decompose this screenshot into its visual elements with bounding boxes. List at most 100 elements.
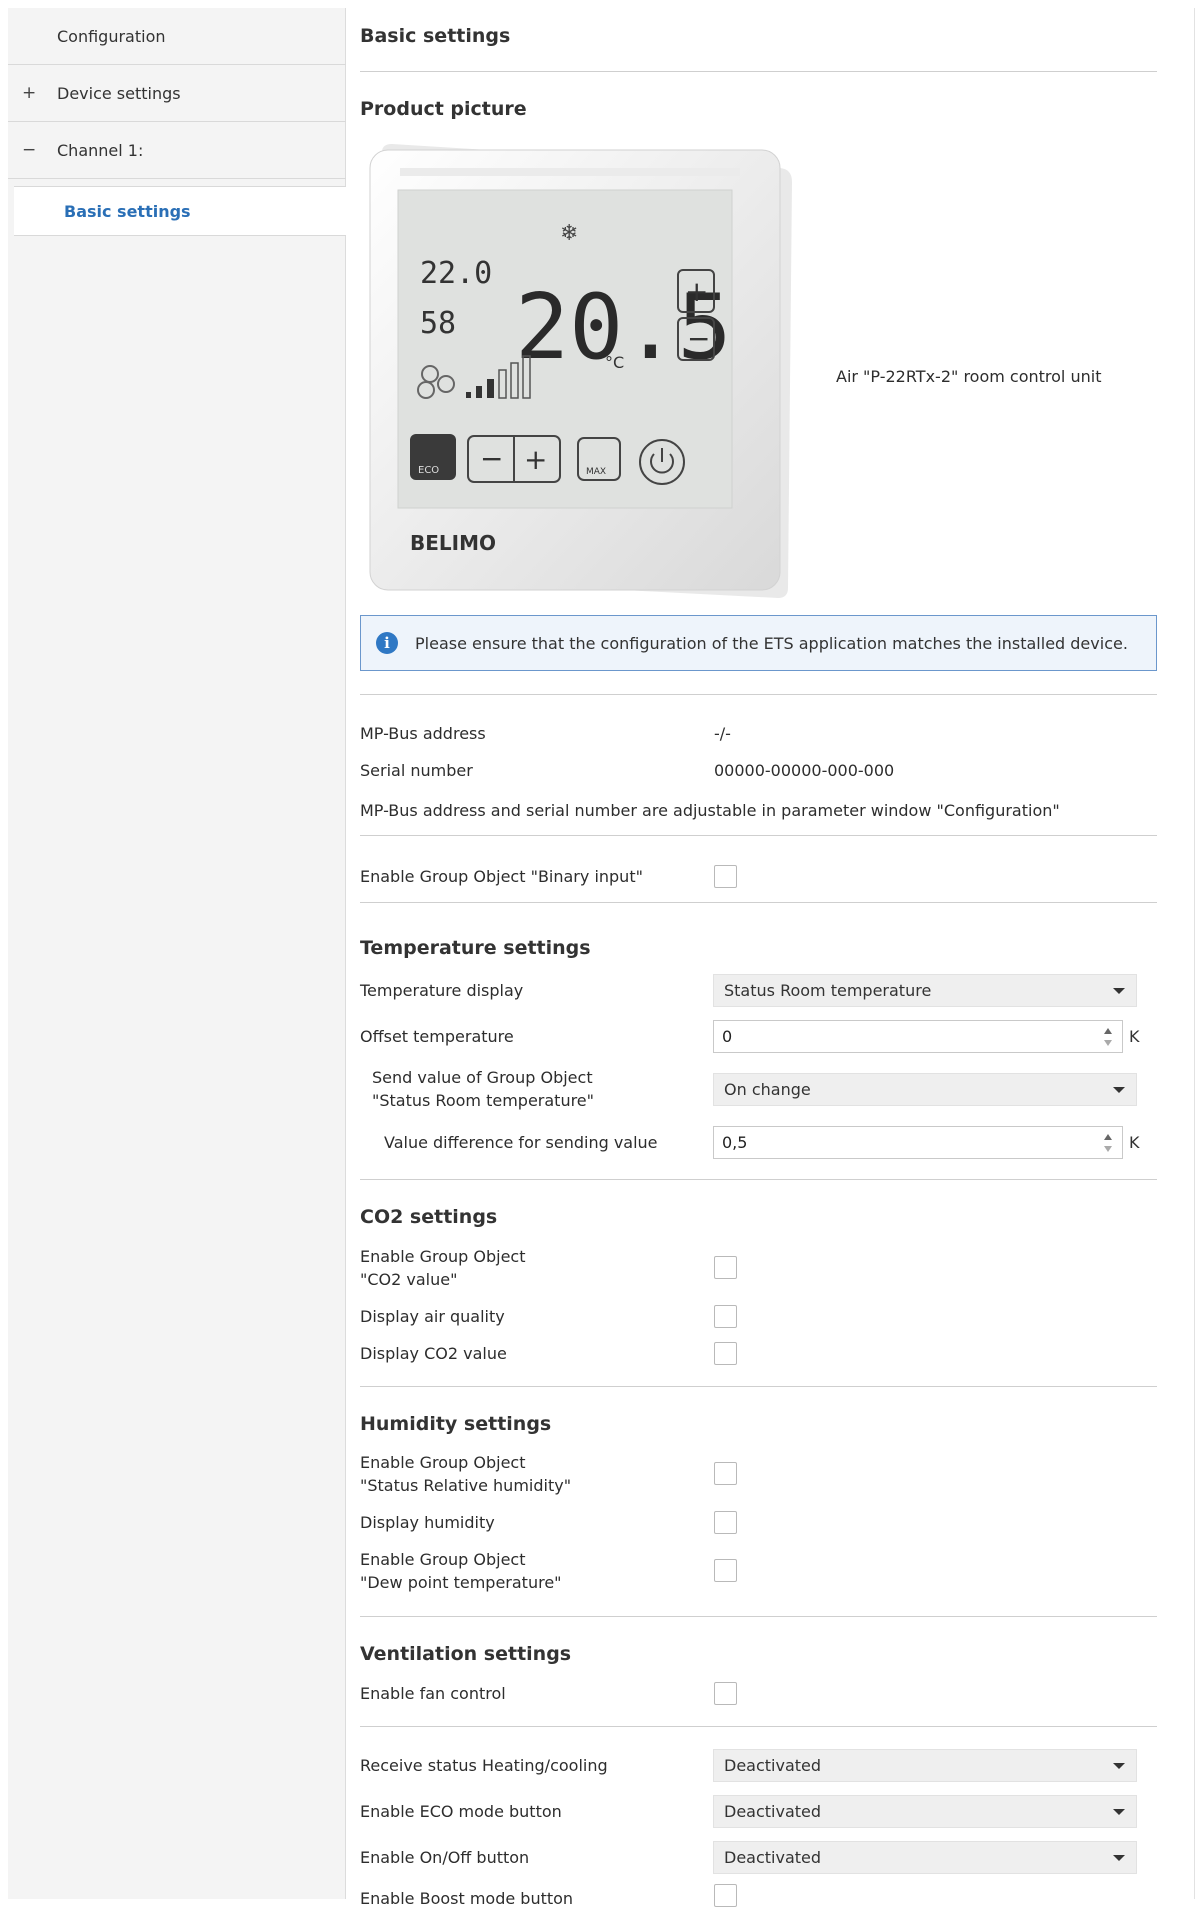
svg-text:22.0: 22.0 [420, 256, 492, 291]
sidebar: Configuration + Device settings − Channe… [8, 8, 346, 1899]
ventilation-heading: Ventilation settings [360, 1643, 572, 1665]
sidebar-item-device-settings[interactable]: + Device settings [8, 65, 346, 122]
svg-text:+: + [524, 443, 547, 476]
air-quality-checkbox[interactable] [714, 1305, 737, 1328]
sidebar-item-basic-settings[interactable]: Basic settings [14, 186, 346, 236]
chevron-down-icon [1113, 1087, 1125, 1093]
info-text: Please ensure that the configuration of … [415, 633, 1128, 653]
dropdown-value: Deactivated [724, 1756, 822, 1775]
co2-heading: CO2 settings [360, 1206, 498, 1228]
svg-text:MAX: MAX [586, 467, 606, 477]
svg-text:ECO: ECO [418, 465, 439, 476]
binary-input-label: Enable Group Object "Binary input" [360, 867, 643, 886]
chevron-down-icon [1113, 1763, 1125, 1769]
temperature-display-dropdown[interactable]: Status Room temperature [713, 974, 1137, 1007]
divider [360, 902, 1157, 903]
heating-cooling-dropdown[interactable]: Deactivated [713, 1749, 1137, 1782]
co2-enable-label-line2: "CO2 value" [360, 1270, 458, 1289]
sidebar-item-label: Configuration [57, 26, 166, 46]
binary-input-checkbox[interactable] [714, 865, 737, 888]
value-difference-input[interactable]: 0,5 [713, 1126, 1123, 1159]
divider [360, 1726, 1157, 1727]
humidity-heading: Humidity settings [360, 1413, 552, 1435]
dew-point-checkbox[interactable] [714, 1559, 737, 1582]
co2-value-checkbox[interactable] [714, 1342, 737, 1365]
humidity-enable-checkbox[interactable] [714, 1462, 737, 1485]
chevron-down-icon [1113, 988, 1125, 994]
unit-label: K [1129, 1133, 1140, 1152]
input-value: 0,5 [722, 1133, 748, 1152]
dew-point-label-line2: "Dew point temperature" [360, 1573, 562, 1592]
mp-bus-note: MP-Bus address and serial number are adj… [360, 801, 1060, 820]
svg-text:−: − [480, 442, 503, 475]
page-title: Basic settings [360, 25, 511, 47]
sidebar-item-label: Device settings [57, 83, 181, 103]
divider [360, 1179, 1157, 1180]
unit-label: K [1129, 1027, 1140, 1046]
spin-down-icon[interactable] [1104, 1040, 1112, 1046]
on-off-label: Enable On/Off button [360, 1848, 530, 1867]
eco-mode-label: Enable ECO mode button [360, 1802, 562, 1821]
svg-text:+: + [685, 275, 708, 308]
send-value-label-line2: "Status Room temperature" [372, 1091, 595, 1110]
sidebar-item-channel-1[interactable]: − Channel 1: [8, 122, 346, 179]
eco-mode-dropdown[interactable]: Deactivated [713, 1795, 1137, 1828]
value-difference-label: Value difference for sending value [384, 1133, 658, 1152]
svg-text:°C: °C [605, 353, 624, 372]
sidebar-item-label: Basic settings [64, 201, 191, 221]
offset-temperature-label: Offset temperature [360, 1027, 514, 1046]
collapse-icon[interactable]: − [22, 140, 36, 160]
spin-up-icon[interactable] [1104, 1028, 1112, 1034]
divider [360, 835, 1157, 836]
main-panel: Basic settings Product picture ❄ 22.0 58… [346, 8, 1195, 1908]
info-icon: i [376, 632, 398, 654]
chevron-down-icon [1113, 1809, 1125, 1815]
air-quality-label: Display air quality [360, 1307, 505, 1326]
co2-enable-checkbox[interactable] [714, 1256, 737, 1279]
product-picture-heading: Product picture [360, 98, 527, 120]
mp-bus-label: MP-Bus address [360, 724, 486, 743]
co2-value-label: Display CO2 value [360, 1344, 507, 1363]
temperature-display-label: Temperature display [360, 981, 524, 1000]
info-banner: i Please ensure that the configuration o… [360, 615, 1157, 671]
boost-mode-checkbox[interactable] [714, 1884, 737, 1907]
send-value-dropdown[interactable]: On change [713, 1073, 1137, 1106]
co2-enable-label-line1: Enable Group Object [360, 1247, 526, 1266]
humidity-enable-label-line1: Enable Group Object [360, 1453, 526, 1472]
dew-point-label-line1: Enable Group Object [360, 1550, 526, 1569]
serial-value: 00000-00000-000-000 [714, 761, 895, 780]
humidity-enable-label-line2: "Status Relative humidity" [360, 1476, 572, 1495]
fan-control-label: Enable fan control [360, 1684, 506, 1703]
spin-up-icon[interactable] [1104, 1134, 1112, 1140]
divider [360, 71, 1157, 72]
offset-temperature-input[interactable]: 0 [713, 1020, 1123, 1053]
dropdown-value: Deactivated [724, 1848, 822, 1867]
divider [360, 694, 1157, 695]
svg-text:−: − [687, 322, 710, 355]
product-image: ❄ 22.0 58 20.5 °C + − ECO − + MAX BELIMO [369, 144, 792, 598]
svg-text:BELIMO: BELIMO [410, 531, 496, 555]
chevron-down-icon [1113, 1855, 1125, 1861]
input-value: 0 [722, 1027, 733, 1046]
dropdown-value: Deactivated [724, 1802, 822, 1821]
dropdown-value: On change [724, 1080, 811, 1099]
temperature-heading: Temperature settings [360, 937, 591, 959]
on-off-dropdown[interactable]: Deactivated [713, 1841, 1137, 1874]
dropdown-value: Status Room temperature [724, 981, 932, 1000]
display-humidity-checkbox[interactable] [714, 1511, 737, 1534]
divider [360, 1386, 1157, 1387]
send-value-label-line1: Send value of Group Object [372, 1068, 593, 1087]
mp-bus-value: -/- [714, 724, 731, 743]
snowflake-icon: ❄ [560, 221, 578, 246]
sidebar-item-configuration[interactable]: Configuration [8, 8, 346, 65]
divider [360, 1616, 1157, 1617]
expand-icon[interactable]: + [22, 83, 36, 103]
fan-control-checkbox[interactable] [714, 1682, 737, 1705]
sidebar-item-label: Channel 1: [57, 140, 144, 160]
heating-cooling-label: Receive status Heating/cooling [360, 1756, 608, 1775]
product-caption: Air "P-22RTx-2" room control unit [836, 367, 1102, 386]
svg-text:58: 58 [420, 306, 456, 341]
spin-down-icon[interactable] [1104, 1146, 1112, 1152]
serial-label: Serial number [360, 761, 473, 780]
display-humidity-label: Display humidity [360, 1513, 495, 1532]
